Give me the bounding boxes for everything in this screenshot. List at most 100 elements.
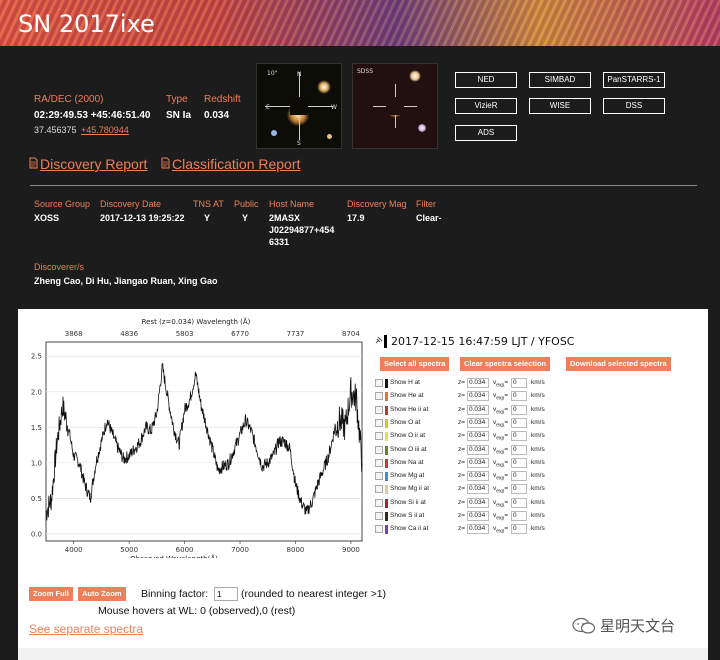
binning-input[interactable] bbox=[214, 587, 238, 601]
east-label: E bbox=[266, 104, 270, 111]
z-input[interactable]: 0.034 bbox=[467, 457, 489, 468]
unit-label: km/s bbox=[531, 458, 545, 466]
download-selected-spectra-button[interactable]: Download selected spectra bbox=[566, 357, 671, 371]
plot-frame bbox=[45, 341, 363, 542]
vexp-input[interactable]: 0 bbox=[511, 404, 527, 415]
vexp-input[interactable]: 0 bbox=[511, 524, 527, 535]
line-name: Show H at bbox=[390, 379, 420, 386]
line-color-swatch bbox=[385, 379, 388, 388]
vexp-label: vexp= bbox=[493, 525, 509, 535]
line-row: Show Ca ii at z= 0.034 vexp= 0 km/s bbox=[375, 524, 705, 536]
simbad-button[interactable]: SIMBAD bbox=[529, 72, 591, 88]
z-input[interactable]: 0.034 bbox=[467, 471, 489, 482]
z-input[interactable]: 0.034 bbox=[467, 391, 489, 402]
x-tick-label: 6000 bbox=[176, 546, 194, 554]
line-checkbox[interactable] bbox=[375, 405, 383, 414]
x-tick-label: 8000 bbox=[287, 546, 305, 554]
ned-button[interactable]: NED bbox=[455, 72, 517, 88]
sdss-label: SDSS bbox=[357, 68, 374, 75]
vexp-input[interactable]: 0 bbox=[511, 457, 527, 468]
z-label: z= bbox=[458, 405, 466, 413]
spectrum-panel: 0.0 0.5 1.0 1.5 2.0 2.5 4000 5000 6000 7000 8000 90… bbox=[18, 309, 708, 660]
line-name: Show Na at bbox=[390, 458, 424, 466]
binning-label: Binning factor: bbox=[141, 588, 209, 600]
line-checkbox[interactable] bbox=[375, 485, 383, 494]
line-checkbox[interactable] bbox=[375, 472, 383, 481]
pin-icon[interactable] bbox=[374, 335, 384, 345]
line-checkbox[interactable] bbox=[375, 445, 383, 454]
z-input[interactable]: 0.034 bbox=[467, 404, 489, 415]
line-name: Show Si ii at bbox=[390, 498, 426, 506]
vexp-input[interactable]: 0 bbox=[511, 431, 527, 442]
z-label: z= bbox=[458, 418, 466, 426]
line-row: Show He at z= 0.034 vexp= 0 km/s bbox=[375, 391, 705, 403]
host-name-line-2: J02294877+454 bbox=[269, 225, 335, 235]
line-checkbox[interactable] bbox=[375, 458, 383, 467]
z-input[interactable]: 0.034 bbox=[467, 497, 489, 508]
spectrum-chart[interactable]: 0.0 0.5 1.0 1.5 2.0 2.5 4000 5000 6000 7000 8000 90… bbox=[22, 313, 372, 558]
clear-spectra-selection-button[interactable]: Clear spectra selection bbox=[460, 357, 551, 371]
classification-report-link[interactable]: Classification Report bbox=[172, 156, 300, 172]
rest-tick-label: 8704 bbox=[342, 330, 360, 338]
discovery-mag-value: 17.9 bbox=[347, 213, 365, 223]
line-checkbox[interactable] bbox=[375, 498, 383, 507]
z-label: z= bbox=[458, 432, 466, 440]
y-tick-label: 2.0 bbox=[31, 388, 42, 396]
z-input[interactable]: 0.034 bbox=[467, 511, 489, 521]
line-name: Show O at bbox=[390, 418, 421, 426]
ra-degrees: 37.456375 bbox=[34, 125, 77, 135]
line-name: Show O ii at bbox=[390, 432, 426, 440]
y-tick-label: 0.5 bbox=[31, 495, 42, 503]
z-input[interactable]: 0.034 bbox=[467, 444, 489, 455]
vexp-input[interactable]: 0 bbox=[511, 417, 527, 428]
sdss-thumbnail[interactable]: SDSS bbox=[352, 63, 438, 149]
vexp-input[interactable]: 0 bbox=[511, 497, 527, 508]
z-input[interactable]: 0.034 bbox=[467, 524, 489, 535]
line-row: Show Si ii at z= 0.034 vexp= 0 km/s bbox=[375, 497, 705, 510]
discoverers-value: Zheng Cao, Di Hu, Jiangao Ruan, Xing Gao bbox=[34, 276, 218, 286]
line-checkbox[interactable] bbox=[375, 512, 383, 520]
vizier-button[interactable]: VizieR bbox=[455, 98, 517, 114]
auto-zoom-button[interactable]: Auto Zoom bbox=[78, 587, 126, 601]
line-name: Show He ii at bbox=[390, 405, 429, 413]
dss-button[interactable]: DSS bbox=[603, 98, 665, 114]
finder-thumbnail[interactable]: 10" N E W S bbox=[256, 63, 342, 149]
rest-tick-label: 6770 bbox=[231, 330, 249, 338]
z-input[interactable]: 0.034 bbox=[467, 484, 489, 495]
zoom-full-button[interactable]: Zoom Full bbox=[29, 587, 73, 601]
source-group-value: XOSS bbox=[34, 213, 60, 223]
vexp-input[interactable]: 0 bbox=[511, 484, 527, 495]
rest-tick-label: 3868 bbox=[65, 330, 83, 338]
vexp-input[interactable]: 0 bbox=[511, 444, 527, 455]
z-input[interactable]: 0.034 bbox=[467, 431, 489, 442]
line-row: Show O ii at z= 0.034 vexp= 0 km/s bbox=[375, 431, 705, 443]
z-label: z= bbox=[458, 498, 466, 506]
line-checkbox[interactable] bbox=[375, 525, 383, 534]
rest-tick-label: 4836 bbox=[120, 330, 138, 338]
select-all-spectra-button[interactable]: Select all spectra bbox=[380, 357, 450, 371]
vexp-input[interactable]: 0 bbox=[511, 511, 527, 521]
hover-readout: Mouse hovers at WL: 0 (observed),0 (rest… bbox=[98, 605, 296, 617]
discovery-report-link[interactable]: Discovery Report bbox=[40, 156, 147, 172]
vexp-input[interactable]: 0 bbox=[511, 378, 527, 388]
vexp-input[interactable]: 0 bbox=[511, 471, 527, 482]
vexp-label: vexp= bbox=[493, 418, 509, 429]
line-row: Show O at z= 0.034 vexp= 0 km/s bbox=[375, 417, 705, 430]
wise-button[interactable]: WISE bbox=[529, 98, 591, 114]
panstarrs-button[interactable]: PanSTARRS-1 bbox=[603, 72, 665, 88]
line-checkbox[interactable] bbox=[375, 379, 383, 387]
see-separate-spectra-link[interactable]: See separate spectra bbox=[29, 622, 143, 636]
z-input[interactable]: 0.034 bbox=[467, 378, 489, 388]
line-checkbox[interactable] bbox=[375, 432, 383, 441]
ads-button[interactable]: ADS bbox=[455, 125, 517, 141]
x-tick-label: 7000 bbox=[231, 546, 249, 554]
vexp-input[interactable]: 0 bbox=[511, 391, 527, 402]
dec-degrees-link[interactable]: +45.780944 bbox=[81, 125, 129, 135]
line-row: Show H at z= 0.034 vexp= 0 km/s bbox=[375, 378, 705, 390]
z-input[interactable]: 0.034 bbox=[467, 417, 489, 428]
line-checkbox[interactable] bbox=[375, 418, 383, 427]
public-label: Public bbox=[234, 199, 259, 209]
vexp-label: vexp= bbox=[493, 485, 509, 495]
host-name-label: Host Name bbox=[269, 199, 315, 209]
line-checkbox[interactable] bbox=[375, 392, 383, 401]
